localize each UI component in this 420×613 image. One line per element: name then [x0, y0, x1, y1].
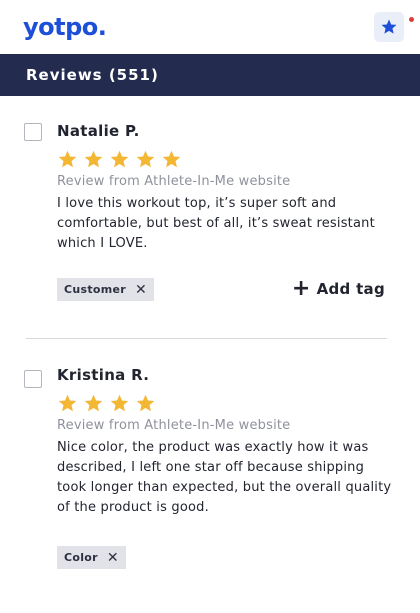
plus-icon: +: [291, 276, 311, 301]
review-tag: Customer ✕: [57, 278, 155, 301]
review-item: Natalie P. Review from Athlete-In-Me web…: [0, 96, 420, 302]
review-source: Review from Athlete-In-Me website: [57, 174, 291, 189]
tag-label: Color: [64, 551, 98, 564]
add-tag-button[interactable]: + Add tag: [292, 278, 385, 300]
review-source: Review from Athlete-In-Me website: [57, 418, 291, 433]
reviewer-name: Natalie P.: [57, 122, 140, 140]
review-tag: Color ✕: [57, 546, 126, 569]
notification-dot: [409, 17, 414, 22]
star-rating: [57, 149, 394, 170]
star-icon: [58, 150, 77, 168]
remove-tag-icon[interactable]: ✕: [107, 551, 119, 565]
add-tag-label: Add tag: [316, 280, 385, 298]
star-icon: [136, 394, 155, 412]
yotpo-logo: yotpo.: [23, 13, 107, 41]
star-icon: [110, 394, 129, 412]
top-bar: yotpo.: [0, 0, 420, 54]
reviews-header: Reviews (551): [0, 54, 420, 96]
star-icon: [381, 19, 397, 34]
tags-row: Color ✕: [57, 546, 394, 570]
review-text: I love this workout top, it’s super soft…: [57, 196, 375, 251]
tags-row: Customer ✕ + Add tag: [57, 278, 394, 302]
favorite-button[interactable]: [374, 12, 404, 42]
star-rating: [57, 393, 394, 414]
star-icon: [58, 394, 77, 412]
star-icon: [110, 150, 129, 168]
tag-label: Customer: [64, 283, 127, 296]
star-icon: [84, 394, 103, 412]
review-checkbox[interactable]: [24, 370, 42, 388]
review-item: Kristina R. Review from Athlete-In-Me we…: [0, 339, 420, 570]
review-checkbox[interactable]: [24, 123, 42, 141]
review-text: Nice color, the product was exactly how …: [57, 440, 392, 515]
remove-tag-icon[interactable]: ✕: [135, 283, 147, 297]
reviewer-name: Kristina R.: [57, 366, 150, 384]
star-icon: [162, 150, 181, 168]
star-icon: [84, 150, 103, 168]
reviews-title: Reviews (551): [26, 66, 159, 84]
star-icon: [136, 150, 155, 168]
